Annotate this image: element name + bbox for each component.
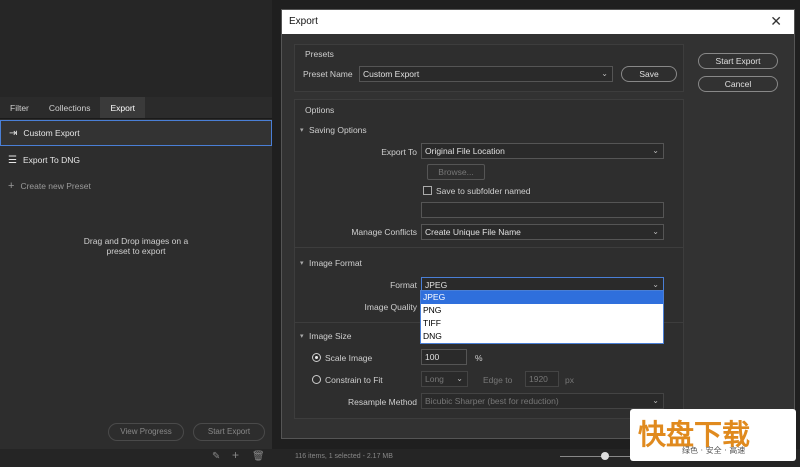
export-to-label: Export To <box>381 147 417 157</box>
subfolder-label: Save to subfolder named <box>436 186 531 196</box>
export-to-value: Original File Location <box>425 146 505 156</box>
presets-section: Presets Preset Name Custom Export ⌄ Save <box>294 44 684 92</box>
chevron-down-icon: ⌄ <box>652 146 659 155</box>
image-size-heading: Image Size <box>309 331 352 341</box>
preset-name-value: Custom Export <box>363 69 420 79</box>
dialog-title: Export <box>289 16 318 27</box>
browse-button[interactable]: Browse... <box>427 164 485 180</box>
chevron-down-icon: ⌄ <box>456 374 463 383</box>
scale-percent-input[interactable]: 100 <box>421 349 467 365</box>
export-to-dropdown[interactable]: Original File Location ⌄ <box>421 143 664 159</box>
divider <box>295 247 683 248</box>
format-option-dng[interactable]: DNG <box>421 330 663 343</box>
format-options-list: JPEG PNG TIFF DNG <box>420 290 664 344</box>
preset-name-dropdown[interactable]: Custom Export ⌄ <box>359 66 613 82</box>
image-format-heading: Image Format <box>309 258 362 268</box>
chevron-down-icon: ⌄ <box>652 227 659 236</box>
view-progress-button[interactable]: View Progress <box>108 423 184 441</box>
options-section: Options ▾ Saving Options Export To Origi… <box>294 99 684 419</box>
collapse-caret-icon[interactable]: ▾ <box>300 332 304 340</box>
preset-custom-export[interactable]: ⇥ Custom Export <box>0 120 272 146</box>
left-tabbar: Filter Collections Export <box>0 97 272 119</box>
format-option-jpeg[interactable]: JPEG <box>421 291 663 304</box>
preset-export-to-dng[interactable]: ☰ Export To DNG <box>0 147 272 173</box>
constrain-to-fit-label: Constrain to Fit <box>325 375 383 385</box>
status-text: 116 items, 1 selected - 2.17 MB <box>295 453 393 460</box>
preset-label: Export To DNG <box>22 155 80 165</box>
subfolder-checkbox[interactable] <box>423 186 432 195</box>
subfolder-name-input[interactable] <box>421 202 664 218</box>
create-preset-label: Create new Preset <box>20 181 91 191</box>
scale-image-label: Scale Image <box>325 353 373 363</box>
scale-image-radio[interactable] <box>312 353 321 362</box>
drag-hint-line2: preset to export <box>106 246 166 256</box>
manage-conflicts-label: Manage Conflicts <box>351 227 417 237</box>
resample-method-dropdown[interactable]: Bicubic Sharper (best for reduction) ⌄ <box>421 393 664 409</box>
saving-options-heading: Saving Options <box>309 125 367 135</box>
add-icon[interactable]: + <box>232 447 239 463</box>
plus-icon: + <box>8 180 15 192</box>
collapse-caret-icon[interactable]: ▾ <box>300 259 304 267</box>
edge-to-label: Edge to <box>483 375 513 385</box>
dialog-titlebar: Export ✕ <box>282 10 794 34</box>
pencil-icon[interactable]: ✎ <box>212 449 220 465</box>
export-icon: ⇥ <box>9 127 18 139</box>
close-icon[interactable]: ✕ <box>770 13 782 30</box>
watermark-sub-text: 绿色 · 安全 · 高速 <box>682 446 746 455</box>
px-unit: px <box>565 375 574 385</box>
export-dialog: Export ✕ Presets Preset Name Custom Expo… <box>281 9 795 439</box>
format-option-tiff[interactable]: TIFF <box>421 317 663 330</box>
tab-collections[interactable]: Collections <box>39 97 101 118</box>
constrain-side-dropdown[interactable]: Long ⌄ <box>421 371 468 387</box>
create-new-preset[interactable]: + Create new Preset <box>0 173 272 199</box>
constrain-to-fit-radio[interactable] <box>312 375 321 384</box>
chevron-down-icon: ⌄ <box>652 396 659 405</box>
export-preset-panel: ⇥ Custom Export ☰ Export To DNG + Create… <box>0 119 272 449</box>
chevron-down-icon: ⌄ <box>601 69 608 78</box>
preset-label: Custom Export <box>23 128 80 138</box>
resample-method-value: Bicubic Sharper (best for reduction) <box>425 396 559 406</box>
tab-export[interactable]: Export <box>100 97 146 118</box>
constrain-side-value: Long <box>425 374 444 384</box>
watermark-logo: 快盘下载 绿色 · 安全 · 高速 <box>630 409 796 461</box>
format-value: JPEG <box>425 280 448 290</box>
drag-hint-line1: Drag and Drop images on a <box>83 236 189 246</box>
manage-conflicts-value: Create Unique File Name <box>425 227 521 237</box>
cancel-button[interactable]: Cancel <box>698 76 778 92</box>
start-export-button[interactable]: Start Export <box>698 53 778 69</box>
collapse-caret-icon[interactable]: ▾ <box>300 126 304 134</box>
zoom-slider-handle[interactable] <box>601 452 609 460</box>
format-option-png[interactable]: PNG <box>421 304 663 317</box>
format-label: Format <box>390 280 417 290</box>
tab-filter[interactable]: Filter <box>0 97 39 118</box>
zoom-slider-track[interactable] <box>560 456 640 457</box>
presets-heading: Presets <box>305 49 334 59</box>
resample-method-label: Resample Method <box>348 397 417 407</box>
image-quality-label: Image Quality <box>364 302 417 312</box>
options-heading: Options <box>305 105 335 115</box>
edge-size-input[interactable]: 1920 <box>525 371 559 387</box>
preset-name-label: Preset Name <box>303 69 353 79</box>
top-empty-area <box>0 0 272 97</box>
manage-conflicts-dropdown[interactable]: Create Unique File Name ⌄ <box>421 224 664 240</box>
trash-icon[interactable]: 🗑 <box>252 449 265 465</box>
percent-unit: % <box>475 353 483 363</box>
save-preset-button[interactable]: Save <box>621 66 677 82</box>
left-start-export-button[interactable]: Start Export <box>193 423 265 441</box>
list-icon: ☰ <box>8 154 17 166</box>
